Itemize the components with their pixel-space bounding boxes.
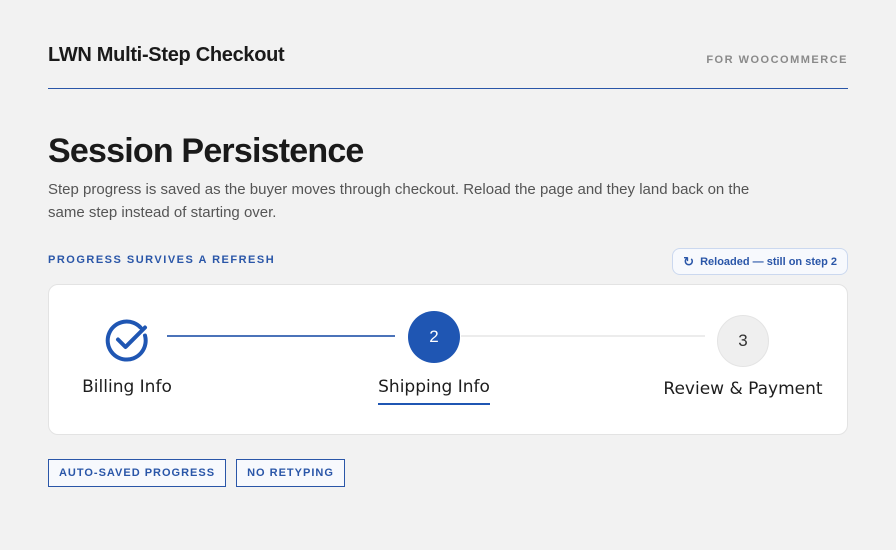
app-tag: FOR WOOCOMMERCE [706, 54, 848, 66]
feature-pill-no-retyping: NO RETYPING [236, 459, 345, 487]
reload-status-text: Reloaded — still on step 2 [700, 255, 837, 268]
step-review-payment[interactable]: 3 Review & Payment [659, 315, 827, 399]
page-title: Session Persistence [48, 132, 364, 170]
step-connector-complete [167, 335, 395, 337]
check-circle-icon [105, 319, 148, 362]
step-number: 2 [408, 311, 460, 363]
refresh-icon: ↻ [683, 254, 695, 269]
step-number: 3 [717, 315, 769, 367]
app-title: LWN Multi-Step Checkout [48, 44, 285, 66]
feature-pill-auto-saved: AUTO-SAVED PROGRESS [48, 459, 226, 487]
section-label: PROGRESS SURVIVES A REFRESH [48, 254, 276, 266]
app-header: LWN Multi-Step Checkout FOR WOOCOMMERCE [48, 44, 848, 89]
step-label: Review & Payment [663, 379, 823, 399]
reload-status-badge: ↻ Reloaded — still on step 2 [672, 248, 848, 275]
step-label: Shipping Info [378, 377, 490, 405]
step-shipping-info[interactable]: 2 Shipping Info [369, 311, 499, 405]
step-label: Billing Info [82, 377, 172, 397]
step-billing-info[interactable]: Billing Info [77, 315, 177, 397]
checkout-steps-card: Billing Info 2 Shipping Info 3 Review & … [48, 284, 848, 435]
page-description: Step progress is saved as the buyer move… [48, 181, 750, 221]
